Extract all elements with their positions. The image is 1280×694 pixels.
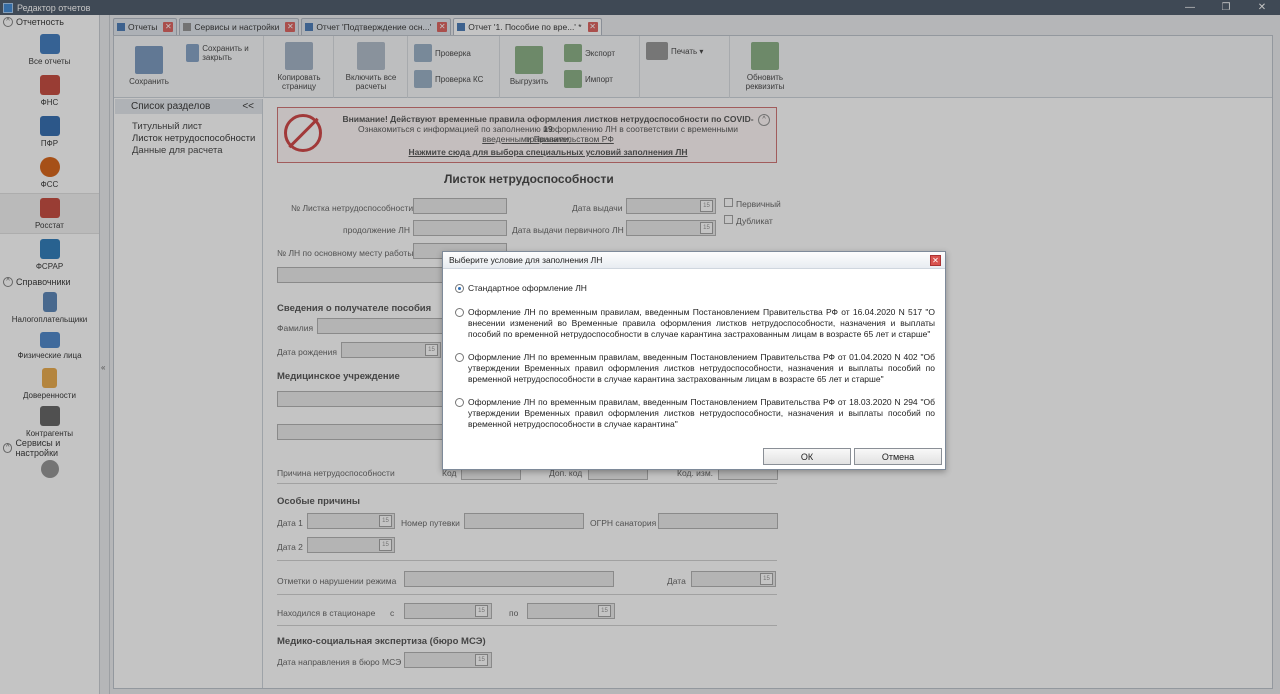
option-standard[interactable]: Стандартное оформление ЛН	[455, 283, 935, 294]
option-label: Оформление ЛН по временным правилам, вве…	[468, 397, 935, 429]
radio-standard[interactable]	[455, 284, 464, 293]
dialog-close-button[interactable]: ✕	[930, 255, 941, 266]
option-label: Стандартное оформление ЛН	[468, 283, 587, 293]
option-label: Оформление ЛН по временным правилам, вве…	[468, 352, 935, 384]
radio-rules-294[interactable]	[455, 398, 464, 407]
option-rules-517[interactable]: Оформление ЛН по временным правилам, вве…	[455, 307, 935, 340]
radio-rules-402[interactable]	[455, 353, 464, 362]
fill-condition-dialog: Выберите условие для заполнения ЛН ✕ Ста…	[442, 251, 946, 470]
cancel-button[interactable]: Отмена	[854, 448, 942, 465]
option-rules-402[interactable]: Оформление ЛН по временным правилам, вве…	[455, 352, 935, 385]
option-rules-294[interactable]: Оформление ЛН по временным правилам, вве…	[455, 397, 935, 430]
radio-rules-517[interactable]	[455, 308, 464, 317]
dialog-title: Выберите условие для заполнения ЛН	[443, 252, 945, 269]
option-label: Оформление ЛН по временным правилам, вве…	[468, 307, 935, 339]
ok-button[interactable]: ОК	[763, 448, 851, 465]
